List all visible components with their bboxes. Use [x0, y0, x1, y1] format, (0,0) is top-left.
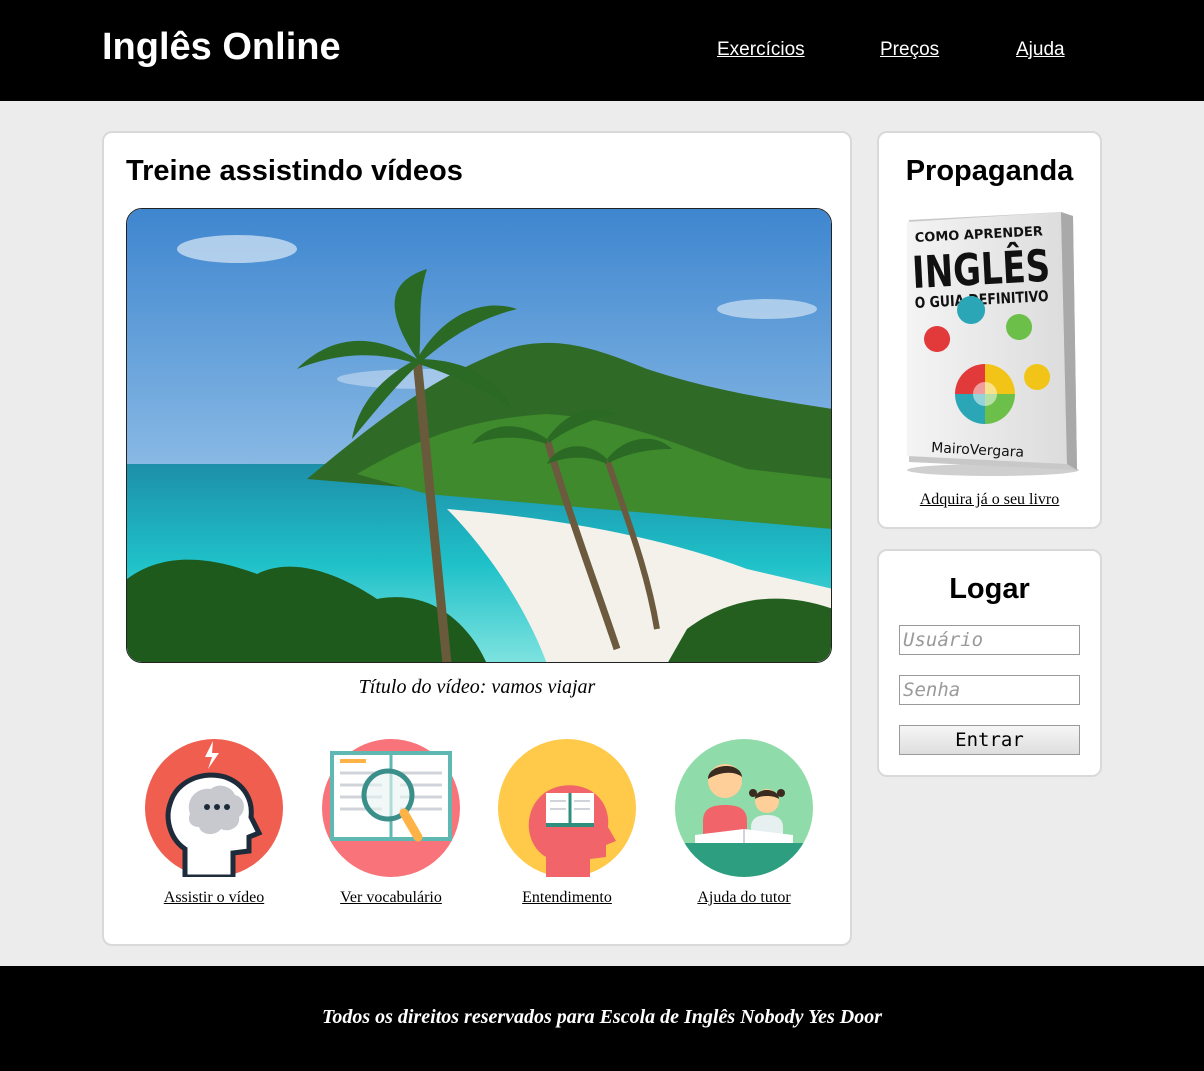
login-title: Logar — [949, 573, 1030, 605]
feature-entendimento[interactable]: Entendimento — [487, 739, 647, 908]
feature-link-tutor[interactable]: Ajuda do tutor — [697, 888, 790, 908]
nav-link-ajuda[interactable]: Ajuda — [1016, 38, 1065, 62]
site-title: Inglês Online — [102, 26, 341, 68]
username-input[interactable] — [899, 625, 1080, 655]
ad-section: Propaganda COMO APRENDER INGLÊS O GUIA D… — [877, 131, 1102, 529]
password-input[interactable] — [899, 675, 1080, 705]
video-section: Treine assistindo vídeos Título do vídeo… — [102, 131, 852, 946]
tutor-child-icon — [675, 739, 813, 877]
ad-title: Propaganda — [905, 155, 1074, 187]
feature-link-assistir[interactable]: Assistir o vídeo — [164, 888, 264, 908]
feature-ver-vocabulario[interactable]: Ver vocabulário — [311, 739, 471, 908]
nav-link-exercicios[interactable]: Exercícios — [717, 38, 805, 62]
nav-link-precos[interactable]: Preços — [880, 38, 939, 62]
brain-head-icon — [145, 739, 283, 880]
video-caption: Título do vídeo: vamos viajar — [358, 676, 596, 698]
video-player[interactable] — [126, 208, 832, 663]
login-section: Logar Entrar — [877, 549, 1102, 777]
section-title: Treine assistindo vídeos — [126, 155, 463, 187]
site-header: Inglês Online Exercícios Preços Ajuda — [0, 0, 1204, 101]
book-magnifier-icon — [322, 739, 460, 877]
login-button[interactable]: Entrar — [899, 725, 1080, 755]
feature-ajuda-tutor[interactable]: Ajuda do tutor — [664, 739, 824, 908]
feature-link-entendimento[interactable]: Entendimento — [522, 888, 612, 908]
footer-text: Todos os direitos reservados para Escola… — [321, 1006, 882, 1028]
video-thumbnail-beach — [127, 209, 831, 662]
buy-book-link[interactable]: Adquira já o seu livro — [879, 490, 1100, 510]
head-book-icon — [498, 739, 636, 877]
feature-assistir-video[interactable]: Assistir o vídeo — [134, 739, 294, 908]
book-cover-image[interactable]: COMO APRENDER INGLÊS O GUIA DEFINITIVO M… — [901, 208, 1081, 480]
feature-link-vocabulario[interactable]: Ver vocabulário — [340, 888, 442, 908]
site-footer: Todos os direitos reservados para Escola… — [0, 966, 1204, 1071]
